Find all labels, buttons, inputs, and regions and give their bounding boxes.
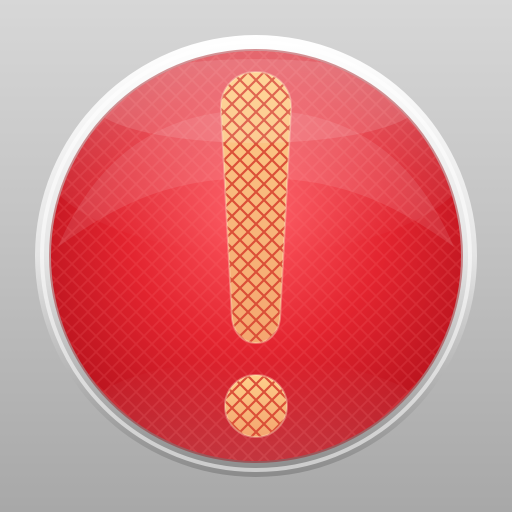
alert-icon-canvas	[0, 0, 512, 512]
alert-exclamation-icon	[35, 35, 477, 477]
